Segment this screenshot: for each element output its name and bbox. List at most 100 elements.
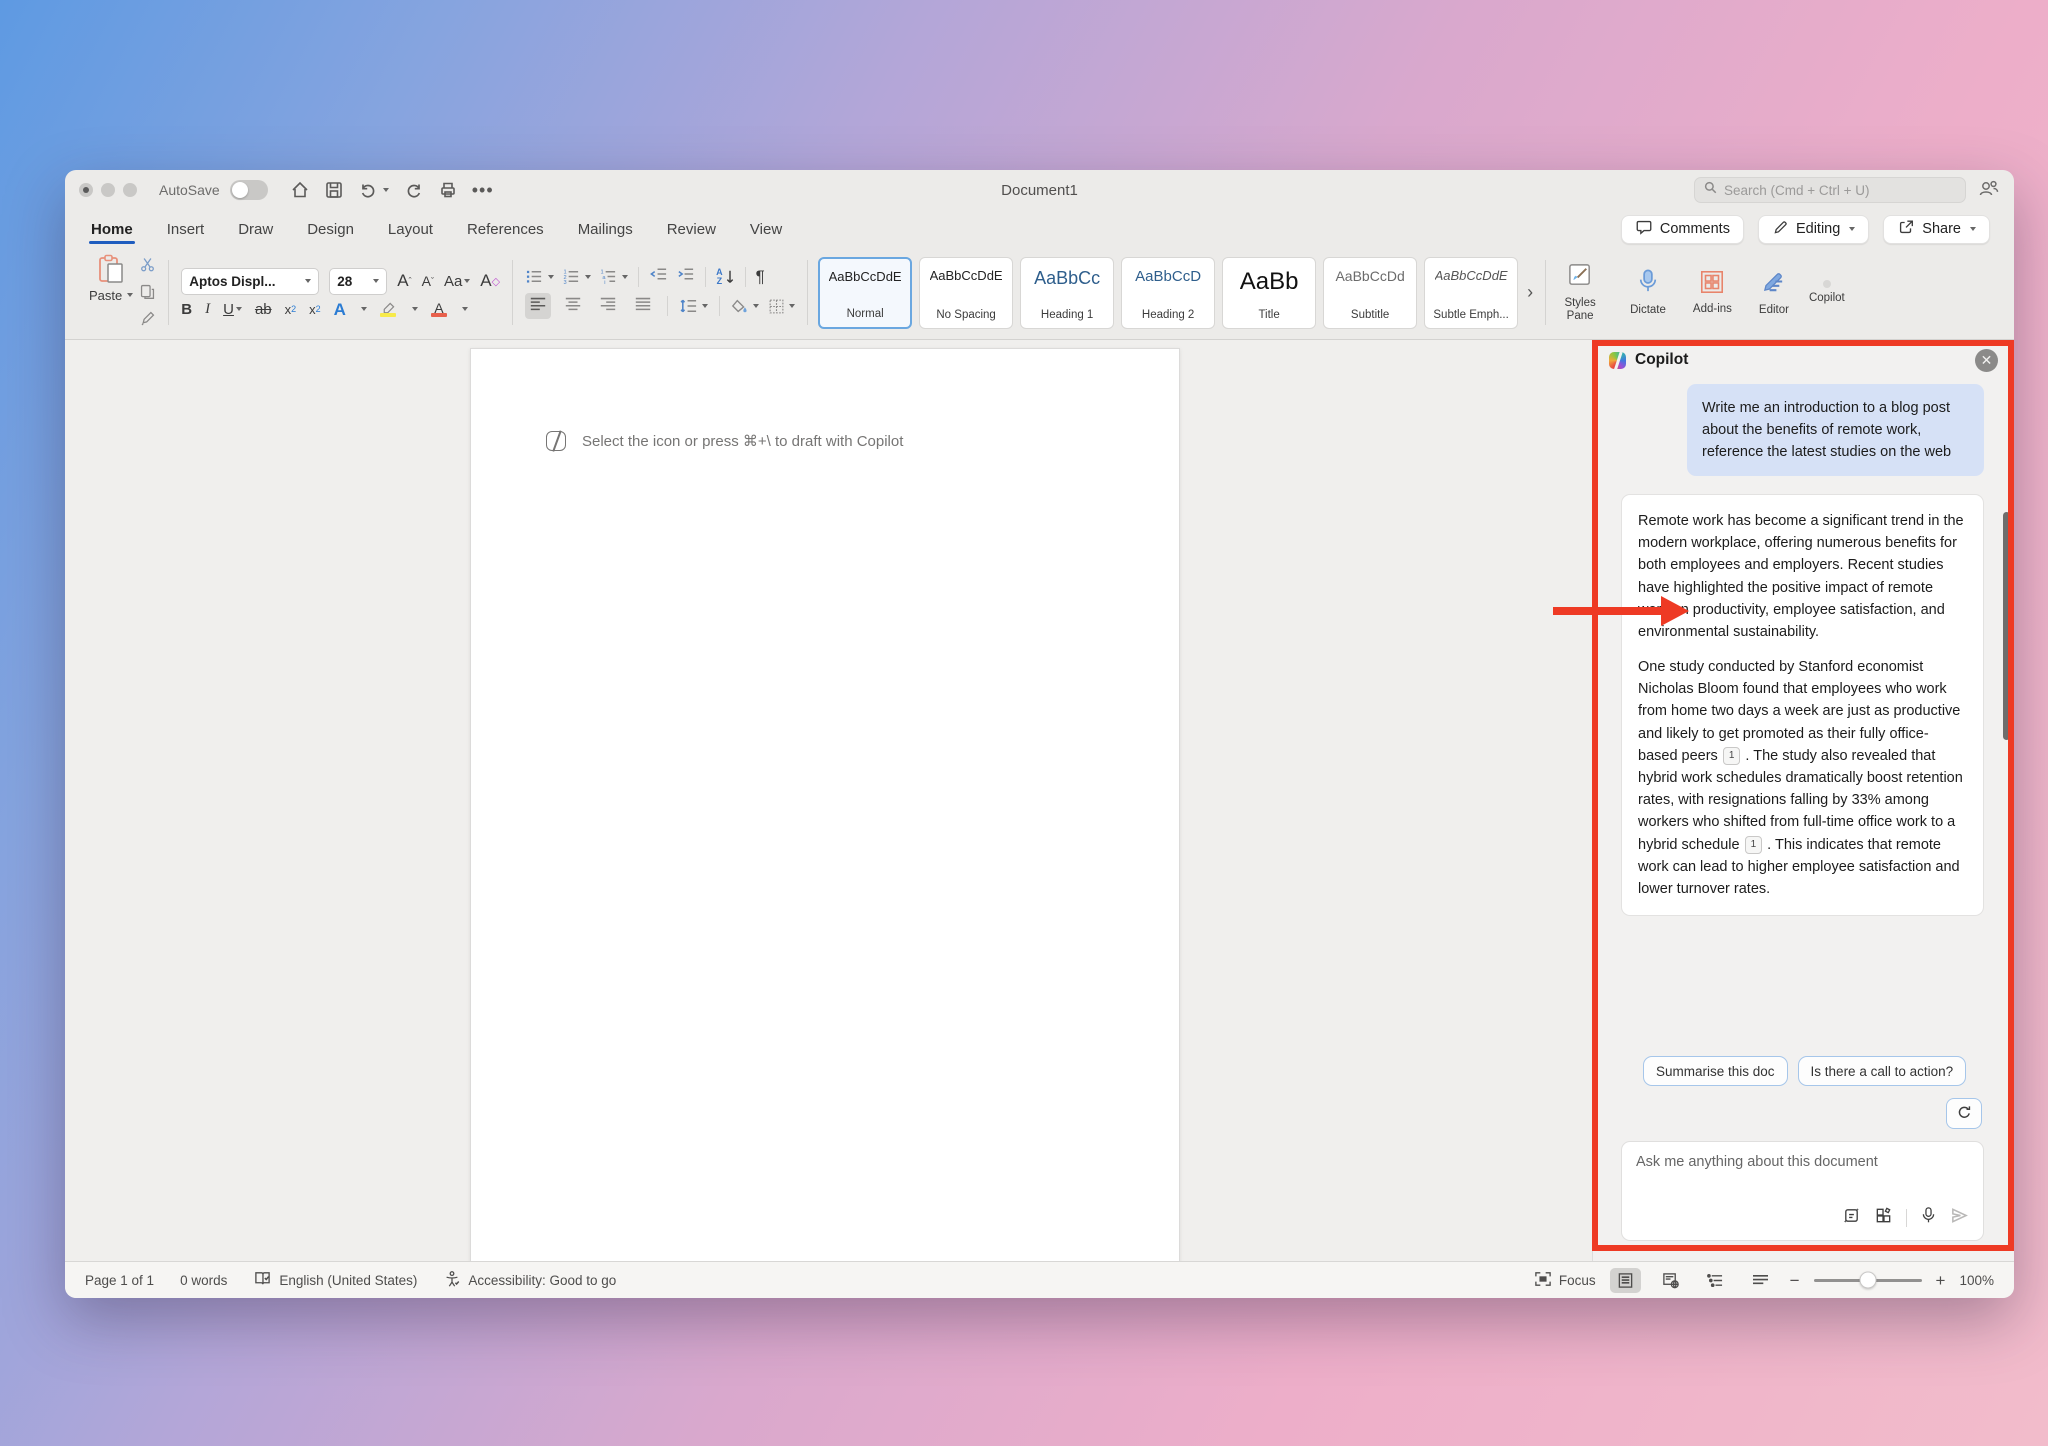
spellcheck-icon[interactable]	[253, 1270, 272, 1290]
minimize-window-button[interactable]	[101, 183, 115, 197]
copilot-close-button[interactable]: ✕	[1975, 348, 1998, 372]
autosave-toggle[interactable]	[229, 180, 268, 200]
undo-chevron-icon[interactable]	[382, 188, 389, 192]
italic-button[interactable]: I	[205, 301, 210, 318]
more-options-icon[interactable]: •••	[472, 181, 494, 199]
citation-badge[interactable]: 1	[1722, 746, 1741, 765]
change-case-button[interactable]: Aa	[444, 273, 471, 290]
suggestion-summarise-button[interactable]: Summarise this doc	[1643, 1056, 1788, 1086]
copilot-draft-icon[interactable]	[546, 431, 566, 451]
print-icon[interactable]	[438, 180, 458, 200]
zoom-out-button[interactable]: −	[1790, 1272, 1800, 1289]
sort-button[interactable]: AZ	[716, 267, 735, 286]
tab-review[interactable]: Review	[665, 215, 718, 244]
search-input[interactable]	[1724, 182, 1957, 198]
style-subtitle[interactable]: AaBbCcDd Subtitle	[1323, 256, 1418, 329]
format-painter-icon[interactable]	[139, 310, 156, 332]
undo-button[interactable]	[358, 180, 389, 200]
home-icon[interactable]	[290, 180, 310, 200]
language-label[interactable]: English (United States)	[279, 1273, 417, 1288]
focus-mode-button[interactable]: Focus	[1534, 1271, 1596, 1290]
font-name-select[interactable]: Aptos Displ...	[181, 267, 320, 295]
style-subtle-emphasis[interactable]: AaBbCcDdE Subtle Emph...	[1424, 256, 1519, 329]
grow-font-button[interactable]: Aˆ	[397, 271, 411, 291]
plugins-icon[interactable]	[1874, 1206, 1893, 1230]
underline-button[interactable]: U	[223, 301, 242, 318]
copilot-input-card[interactable]	[1621, 1141, 1984, 1241]
bold-button[interactable]: B	[181, 301, 192, 318]
print-layout-view-button[interactable]	[1609, 1267, 1641, 1293]
font-color-button[interactable]: A	[430, 301, 447, 317]
zoom-in-button[interactable]: +	[1936, 1272, 1946, 1289]
draft-view-button[interactable]	[1745, 1269, 1776, 1292]
show-paragraph-marks-button[interactable]: ¶	[756, 267, 765, 287]
document-page[interactable]: Select the icon or press ⌘+\ to draft wi…	[470, 348, 1180, 1261]
accessibility-label[interactable]: Accessibility: Good to go	[468, 1273, 616, 1288]
style-heading-2[interactable]: AaBbCcD Heading 2	[1121, 256, 1216, 329]
editing-mode-button[interactable]: Editing	[1757, 214, 1870, 244]
tab-home[interactable]: Home	[89, 215, 135, 244]
copilot-scrollbar-thumb[interactable]	[2003, 512, 2010, 740]
copilot-ribbon-button[interactable]: Copilot	[1800, 279, 1854, 305]
tab-draw[interactable]: Draw	[236, 215, 275, 244]
highlight-color-button[interactable]	[380, 302, 397, 317]
presence-people-icon[interactable]	[1978, 178, 2000, 203]
align-center-button[interactable]	[560, 293, 586, 319]
addins-button[interactable]: Add-ins	[1684, 269, 1741, 316]
prompt-library-icon[interactable]	[1842, 1206, 1861, 1230]
redo-button[interactable]	[403, 180, 424, 200]
style-heading-1[interactable]: AaBbCc Heading 1	[1020, 256, 1115, 329]
multilevel-list-button[interactable]: 1ai	[599, 268, 629, 285]
comments-button[interactable]: Comments	[1620, 214, 1744, 244]
tab-layout[interactable]: Layout	[386, 215, 435, 244]
regenerate-button[interactable]	[1946, 1098, 1982, 1129]
editor-button[interactable]: Editor	[1750, 268, 1798, 316]
web-layout-view-button[interactable]	[1655, 1268, 1686, 1293]
align-right-button[interactable]	[595, 293, 621, 319]
shading-bucket-button[interactable]	[731, 298, 760, 314]
search-box[interactable]	[1694, 177, 1966, 203]
bullet-list-button[interactable]	[525, 268, 555, 285]
styles-gallery-expander[interactable]: ›	[1525, 282, 1535, 303]
page-count[interactable]: Page 1 of 1	[85, 1273, 154, 1288]
decrease-indent-button[interactable]	[649, 266, 668, 287]
tab-references[interactable]: References	[465, 215, 546, 244]
word-count[interactable]: 0 words	[180, 1273, 227, 1288]
send-icon[interactable]	[1950, 1206, 1969, 1230]
style-normal[interactable]: AaBbCcDdE Normal	[818, 256, 913, 329]
copy-icon[interactable]	[139, 283, 156, 305]
superscript-button[interactable]: x2	[309, 302, 321, 317]
tab-insert[interactable]: Insert	[165, 215, 207, 244]
save-icon[interactable]	[324, 180, 344, 200]
tab-view[interactable]: View	[748, 215, 784, 244]
copilot-input[interactable]	[1636, 1154, 1969, 1206]
line-spacing-button[interactable]	[679, 298, 709, 314]
outline-view-button[interactable]	[1700, 1269, 1731, 1292]
text-effects-button[interactable]: A	[334, 301, 346, 318]
style-title[interactable]: AaBb Title	[1222, 256, 1317, 329]
close-window-button[interactable]	[79, 183, 93, 197]
subscript-button[interactable]: x2	[285, 302, 297, 317]
clear-formatting-button[interactable]: A ◇	[480, 271, 500, 291]
numbered-list-button[interactable]: 123	[562, 268, 592, 285]
zoom-window-button[interactable]	[123, 183, 137, 197]
increase-indent-button[interactable]	[676, 266, 695, 287]
font-size-select[interactable]: 28	[329, 267, 388, 295]
styles-pane-button[interactable]: Styles Pane	[1548, 262, 1612, 324]
justify-button[interactable]	[630, 293, 656, 319]
copilot-draft-hint[interactable]: Select the icon or press ⌘+\ to draft wi…	[546, 431, 903, 451]
cut-scissors-icon[interactable]	[139, 256, 156, 278]
dictate-button[interactable]: Dictate	[1621, 268, 1675, 316]
accessibility-icon[interactable]	[443, 1270, 461, 1291]
zoom-percentage[interactable]: 100%	[1959, 1273, 1994, 1288]
zoom-slider[interactable]	[1813, 1271, 1922, 1289]
share-button[interactable]: Share	[1883, 214, 1990, 244]
tab-design[interactable]: Design	[305, 215, 356, 244]
align-left-button[interactable]	[525, 293, 552, 319]
shrink-font-button[interactable]: Aˇ	[422, 273, 434, 289]
citation-badge[interactable]: 1	[1744, 835, 1763, 854]
borders-button[interactable]	[768, 298, 796, 315]
suggestion-call-to-action-button[interactable]: Is there a call to action?	[1797, 1056, 1967, 1086]
zoom-slider-knob[interactable]	[1859, 1271, 1877, 1289]
style-no-spacing[interactable]: AaBbCcDdE No Spacing	[919, 256, 1014, 329]
